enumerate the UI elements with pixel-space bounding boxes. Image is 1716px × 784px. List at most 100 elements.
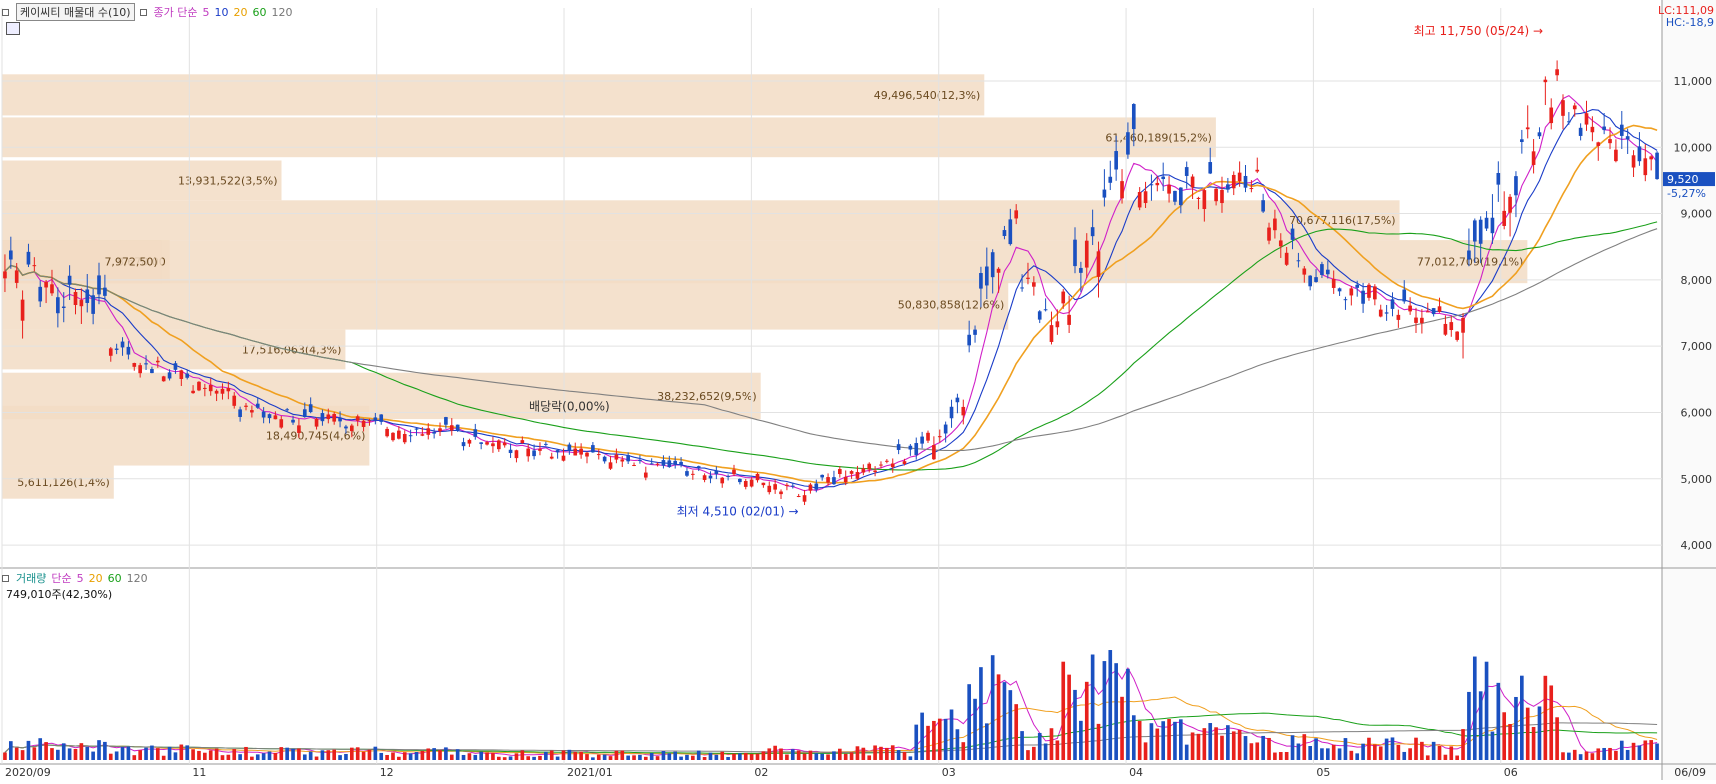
volume-label[interactable]: 거래량 [16, 570, 46, 586]
volume-bar [91, 751, 95, 760]
volume-bar [608, 756, 613, 760]
candle [1549, 107, 1554, 124]
volume-bar [1143, 742, 1148, 760]
volume-bar [203, 752, 207, 760]
candle [344, 426, 348, 429]
candle [244, 405, 248, 407]
candle [1079, 267, 1083, 273]
volume-bar [885, 747, 889, 760]
stock-title[interactable]: 케이씨티 매물대 수(10) [16, 3, 135, 21]
volume-bar [538, 755, 542, 760]
volume-bar [1026, 750, 1030, 760]
volume-bar [208, 750, 213, 760]
candle [132, 363, 137, 367]
volume-bar [1543, 675, 1548, 760]
ma5-label: 5 [202, 5, 210, 19]
indicator-icon[interactable] [139, 8, 147, 16]
candle [1120, 181, 1124, 199]
volume-bar [691, 755, 695, 760]
candle [314, 418, 319, 427]
candle [785, 484, 789, 486]
volume-bar [367, 749, 372, 760]
candle [1237, 172, 1242, 182]
volume-profile-label: 38,232,652(9,5%) [657, 390, 757, 403]
low-annotation: 최저 4,510 (02/01) → [677, 504, 799, 518]
volume-bar [402, 752, 407, 760]
volume-bar [508, 756, 513, 760]
candle [843, 476, 848, 483]
volume-bar [444, 747, 448, 760]
candle [332, 413, 337, 422]
volume-bar [979, 667, 983, 760]
candle [579, 448, 583, 455]
candle [1273, 218, 1277, 231]
candle [1320, 264, 1324, 275]
candle [173, 363, 178, 370]
candle [32, 265, 37, 267]
candle [961, 406, 966, 416]
volume-bar [1014, 704, 1019, 760]
candle [714, 470, 719, 475]
candle [1472, 220, 1477, 242]
ma-indicator-label[interactable]: 종가 단순 [154, 4, 198, 20]
volume-ma-label[interactable]: 단순 [51, 570, 71, 586]
date-tick-label: 06/09 [1674, 766, 1706, 779]
volume-bar [1514, 696, 1518, 760]
candle [432, 432, 436, 434]
volume-bar [773, 745, 777, 760]
volume-bar [1525, 707, 1530, 760]
candle [1637, 146, 1642, 162]
candle [1420, 317, 1424, 324]
volume-collapse-icon[interactable] [2, 574, 9, 582]
volume-bar [1608, 747, 1612, 760]
volume-bar [544, 751, 548, 760]
stock-chart[interactable]: 5,611,126(1,4%) 18,490,745(4,6%) 38,232,65… [0, 0, 1716, 780]
candle [914, 443, 919, 456]
volume-bar [926, 725, 930, 760]
volume-bar [879, 746, 883, 760]
volume-bar [261, 753, 266, 760]
candle [585, 452, 589, 457]
candle [1061, 291, 1066, 304]
candle [1084, 240, 1089, 268]
candle [1484, 217, 1489, 229]
volume-bar [138, 750, 142, 760]
volume-bar [790, 749, 795, 760]
candle [720, 477, 725, 484]
candle [1055, 321, 1060, 328]
price-tick-label: 5,000 [1681, 473, 1713, 486]
candle [926, 432, 930, 441]
candle [97, 275, 101, 295]
candle [902, 461, 907, 464]
candle [1449, 322, 1454, 330]
volume-bar [473, 754, 478, 760]
collapse-icon[interactable] [2, 8, 9, 16]
candle [538, 449, 542, 451]
volume-bar [332, 749, 337, 760]
volume-bar [1531, 726, 1536, 760]
volume-header: 거래량 단순 5 20 60 120 [2, 570, 148, 586]
volume-bar [426, 748, 431, 760]
volume-bar [432, 748, 436, 760]
volume-bar [720, 751, 725, 760]
volume-bar [191, 749, 195, 760]
volume-bar [855, 746, 860, 760]
volume-bar [26, 740, 31, 760]
date-tick-label: 11 [192, 766, 206, 779]
volume-bar [1578, 754, 1583, 760]
candle [1402, 289, 1407, 302]
candle [732, 469, 736, 475]
volume-bar [520, 750, 525, 760]
volume-bar [414, 751, 419, 760]
table-icon[interactable] [6, 22, 20, 35]
volume-bar [943, 718, 948, 760]
candle [203, 387, 207, 389]
volume-bar [549, 750, 554, 760]
volume-bar [1196, 733, 1201, 760]
candle [1208, 162, 1213, 174]
volume-bar [1255, 742, 1260, 760]
candle [1537, 132, 1542, 137]
volume-bar [949, 709, 954, 760]
volume-bar [61, 743, 66, 760]
candle [385, 428, 389, 437]
